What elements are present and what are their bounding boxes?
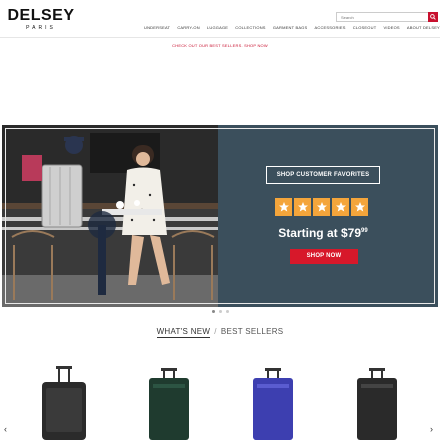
- shop-now-button[interactable]: SHOP NOW: [290, 249, 358, 264]
- rating-stars: [275, 198, 368, 216]
- search-button[interactable]: [428, 12, 438, 22]
- hero-banner[interactable]: [2, 125, 438, 307]
- suitcase-icon: [357, 368, 397, 440]
- carousel-dots: [0, 310, 440, 313]
- price-text: Starting at $7999: [263, 226, 383, 240]
- product-card[interactable]: [146, 366, 192, 445]
- hero-photo: [2, 125, 218, 307]
- carousel-dot[interactable]: [225, 310, 229, 313]
- tab-best-sellers[interactable]: BEST SELLERS: [221, 327, 284, 336]
- nav-closeout[interactable]: CLOSEOUT: [353, 25, 377, 31]
- nav-about-delsey[interactable]: ABOUT DELSEY: [407, 25, 440, 31]
- product-card[interactable]: [38, 366, 90, 445]
- nav-videos[interactable]: VIDEOS: [383, 25, 399, 31]
- price-cents: 99: [361, 228, 368, 234]
- product-tabs: WHAT'S NEW / BEST SELLERS: [0, 327, 440, 338]
- nav-accessories[interactable]: ACCESSORIES: [315, 25, 346, 31]
- star-icon: [332, 198, 349, 216]
- product-card[interactable]: [354, 366, 400, 445]
- product-card[interactable]: [250, 366, 296, 445]
- star-icon: [294, 198, 311, 216]
- search-input[interactable]: [337, 13, 427, 21]
- search-icon: [430, 14, 436, 20]
- nav-collections[interactable]: COLLECTIONS: [235, 25, 265, 31]
- nav-luggage[interactable]: LUGGAGE: [207, 25, 228, 31]
- site-header: DELSEY PARIS UNDERSEAT CARRY-ON LUGGAGE …: [0, 0, 440, 38]
- carousel-dot[interactable]: [211, 310, 215, 313]
- star-icon: [275, 198, 292, 216]
- logo-subtitle: PARIS: [26, 25, 56, 31]
- banner-heading[interactable]: SHOP CUSTOMER FAVORITES: [266, 166, 380, 184]
- suitcase-icon: [42, 366, 86, 440]
- suitcase-icon: [253, 368, 293, 440]
- delsey-logo[interactable]: DELSEY PARIS: [3, 7, 79, 32]
- tab-whats-new[interactable]: WHAT'S NEW: [156, 327, 211, 338]
- price-prefix: Starting at $79: [278, 226, 361, 240]
- main-nav: UNDERSEAT CARRY-ON LUGGAGE COLLECTIONS G…: [144, 25, 440, 31]
- logo-wordmark: DELSEY: [7, 7, 75, 24]
- carousel-next-arrow[interactable]: ›: [430, 424, 433, 434]
- suitcase-icon: [149, 368, 189, 440]
- nav-carry-on[interactable]: CARRY-ON: [177, 25, 200, 31]
- star-icon: [351, 198, 368, 216]
- carousel-prev-arrow[interactable]: ‹: [4, 424, 7, 434]
- promo-link[interactable]: CHECK OUT OUR BEST SELLERS. SHOP NOW: [0, 43, 440, 48]
- tab-separator: /: [214, 327, 217, 336]
- carousel-dot[interactable]: [218, 310, 222, 313]
- search-box: [336, 12, 438, 22]
- star-icon: [313, 198, 330, 216]
- nav-underseat[interactable]: UNDERSEAT: [144, 25, 170, 31]
- nav-garment-bags[interactable]: GARMENT BAGS: [273, 25, 308, 31]
